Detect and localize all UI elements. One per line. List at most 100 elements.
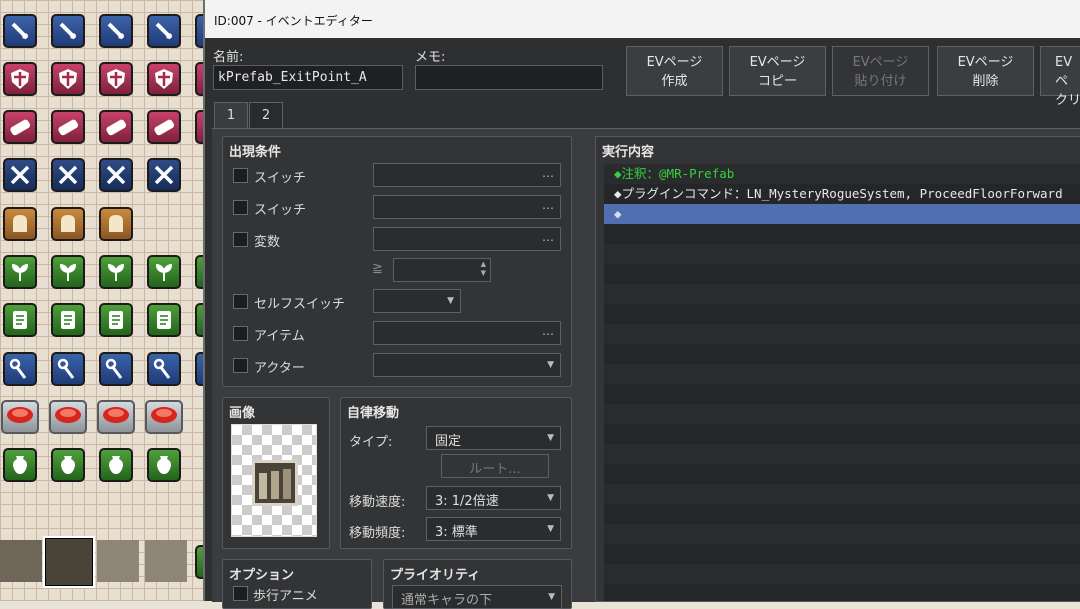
switch1-checkbox[interactable] [233,168,248,183]
sword-icon[interactable] [99,14,133,48]
options-group: オプション 歩行アニメ [222,559,372,609]
ev-page-paste-button[interactable]: EVページ 貼り付け [832,46,929,96]
self-switch-label: セルフスイッチ [254,297,346,312]
staff-icon[interactable] [147,352,181,386]
chevron-down-icon: ▼ [547,524,554,534]
priority-title: プライオリティ [390,568,481,583]
crossed-swords-icon[interactable] [147,158,181,192]
command-row-empty-selected[interactable]: ◆ [604,204,1080,224]
shield-icon[interactable] [99,62,133,96]
move-type-dropdown[interactable]: 固定 ▼ [426,426,561,450]
memo-field[interactable] [415,65,603,90]
map-tile-palette[interactable] [0,0,206,601]
ellipsis-icon: … [542,166,554,180]
command-row-comment[interactable]: ◆注釈：@MR-Prefab [604,164,1080,184]
scroll-icon[interactable] [3,303,37,337]
scroll-icon[interactable] [99,303,133,337]
sword-icon[interactable] [51,14,85,48]
conditions-title: 出現条件 [229,145,282,160]
variable-checkbox[interactable] [233,232,248,247]
stairs-tile-selected[interactable] [43,536,95,588]
vase-icon[interactable] [51,448,85,482]
stair-step [283,469,291,499]
variable-selector[interactable]: … [373,227,561,251]
tab-page-1[interactable]: 1 [214,102,248,129]
crossed-swords-icon[interactable] [99,158,133,192]
variable-value-spinner[interactable]: ▲ ▼ [393,258,491,282]
priority-dropdown[interactable]: 通常キャラの下 ▼ [392,585,562,609]
red-button-icon[interactable] [97,400,135,434]
vase-icon[interactable] [3,448,37,482]
stairs-tile[interactable] [0,540,42,582]
shield-icon[interactable] [147,62,181,96]
switch2-checkbox[interactable] [233,200,248,215]
ev-page-clear-button[interactable]: EVペクリ [1040,46,1080,108]
floor-tile[interactable] [145,540,187,582]
command-list[interactable]: ◆注釈：@MR-Prefab ◆プラグインコマンド：LN_MysteryRogu… [604,164,1080,601]
switch2-selector[interactable]: … [373,195,561,219]
herb-icon[interactable] [51,255,85,289]
gte-symbol: ≧ [372,261,383,276]
floor-tile[interactable] [97,540,139,582]
vase-icon[interactable] [147,448,181,482]
sword-icon[interactable] [147,14,181,48]
button-line: EVページ [852,55,909,70]
scroll-icon[interactable] [147,303,181,337]
name-field[interactable]: kPrefab_ExitPoint_A [213,65,403,90]
button-line: クリ [1055,93,1080,108]
item-checkbox[interactable] [233,326,248,341]
bread-icon[interactable] [51,207,85,241]
move-freq-dropdown[interactable]: 3: 標準 ▼ [426,517,561,541]
crossed-swords-icon[interactable] [3,158,37,192]
route-button[interactable]: ルート... [441,454,549,478]
herb-icon[interactable] [99,255,133,289]
button-line: EVページ [957,55,1014,70]
self-switch-checkbox[interactable] [233,294,248,309]
scroll-icon[interactable] [51,303,85,337]
self-switch-dropdown[interactable]: ▼ [373,289,461,313]
command-row-plugin[interactable]: ◆プラグインコマンド：LN_MysteryRogueSystem, Procee… [604,184,1080,204]
herb-icon[interactable] [147,255,181,289]
event-image-preview[interactable] [231,424,317,537]
bracer-icon[interactable] [99,110,133,144]
event-editor-window: ID:007 - イベントエディター 名前: kPrefab_ExitPoint… [203,0,1080,609]
stair-step [271,471,279,499]
tab-page-2[interactable]: 2 [249,102,283,129]
red-button-icon[interactable] [1,400,39,434]
bracer-icon[interactable] [51,110,85,144]
walk-anim-checkbox[interactable] [233,586,248,601]
vase-icon[interactable] [99,448,133,482]
bracer-icon[interactable] [147,110,181,144]
ev-page-create-button[interactable]: EVページ 作成 [626,46,723,96]
move-freq-value: 3: 標準 [435,525,478,540]
move-speed-value: 3: 1/2倍速 [435,494,499,509]
move-speed-dropdown[interactable]: 3: 1/2倍速 ▼ [426,486,561,510]
staff-icon[interactable] [99,352,133,386]
switch1-selector[interactable]: … [373,163,561,187]
ellipsis-icon: … [542,230,554,244]
image-title: 画像 [229,406,256,421]
priority-group: プライオリティ 通常キャラの下 ▼ [383,559,572,609]
shield-icon[interactable] [51,62,85,96]
staff-icon[interactable] [51,352,85,386]
autonomous-title: 自律移動 [347,406,400,421]
spinner-arrows-icon[interactable]: ▲ ▼ [481,260,486,278]
item-selector[interactable]: … [373,321,561,345]
herb-icon[interactable] [3,255,37,289]
ev-page-copy-button[interactable]: EVページ コピー [729,46,826,96]
bread-icon[interactable] [99,207,133,241]
ev-page-delete-button[interactable]: EVページ 削除 [937,46,1034,96]
execution-contents-group: 実行内容 ◆注釈：@MR-Prefab ◆プラグインコマンド：LN_Myster… [595,136,1080,602]
staff-icon[interactable] [3,352,37,386]
crossed-swords-icon[interactable] [51,158,85,192]
actor-dropdown[interactable]: ▼ [373,353,561,377]
bread-icon[interactable] [3,207,37,241]
sword-icon[interactable] [3,14,37,48]
red-button-icon[interactable] [49,400,87,434]
bracer-icon[interactable] [3,110,37,144]
chevron-down-icon: ▼ [547,433,554,443]
shield-icon[interactable] [3,62,37,96]
red-button-icon[interactable] [145,400,183,434]
actor-checkbox[interactable] [233,358,248,373]
button-line: EVペ [1055,55,1073,89]
